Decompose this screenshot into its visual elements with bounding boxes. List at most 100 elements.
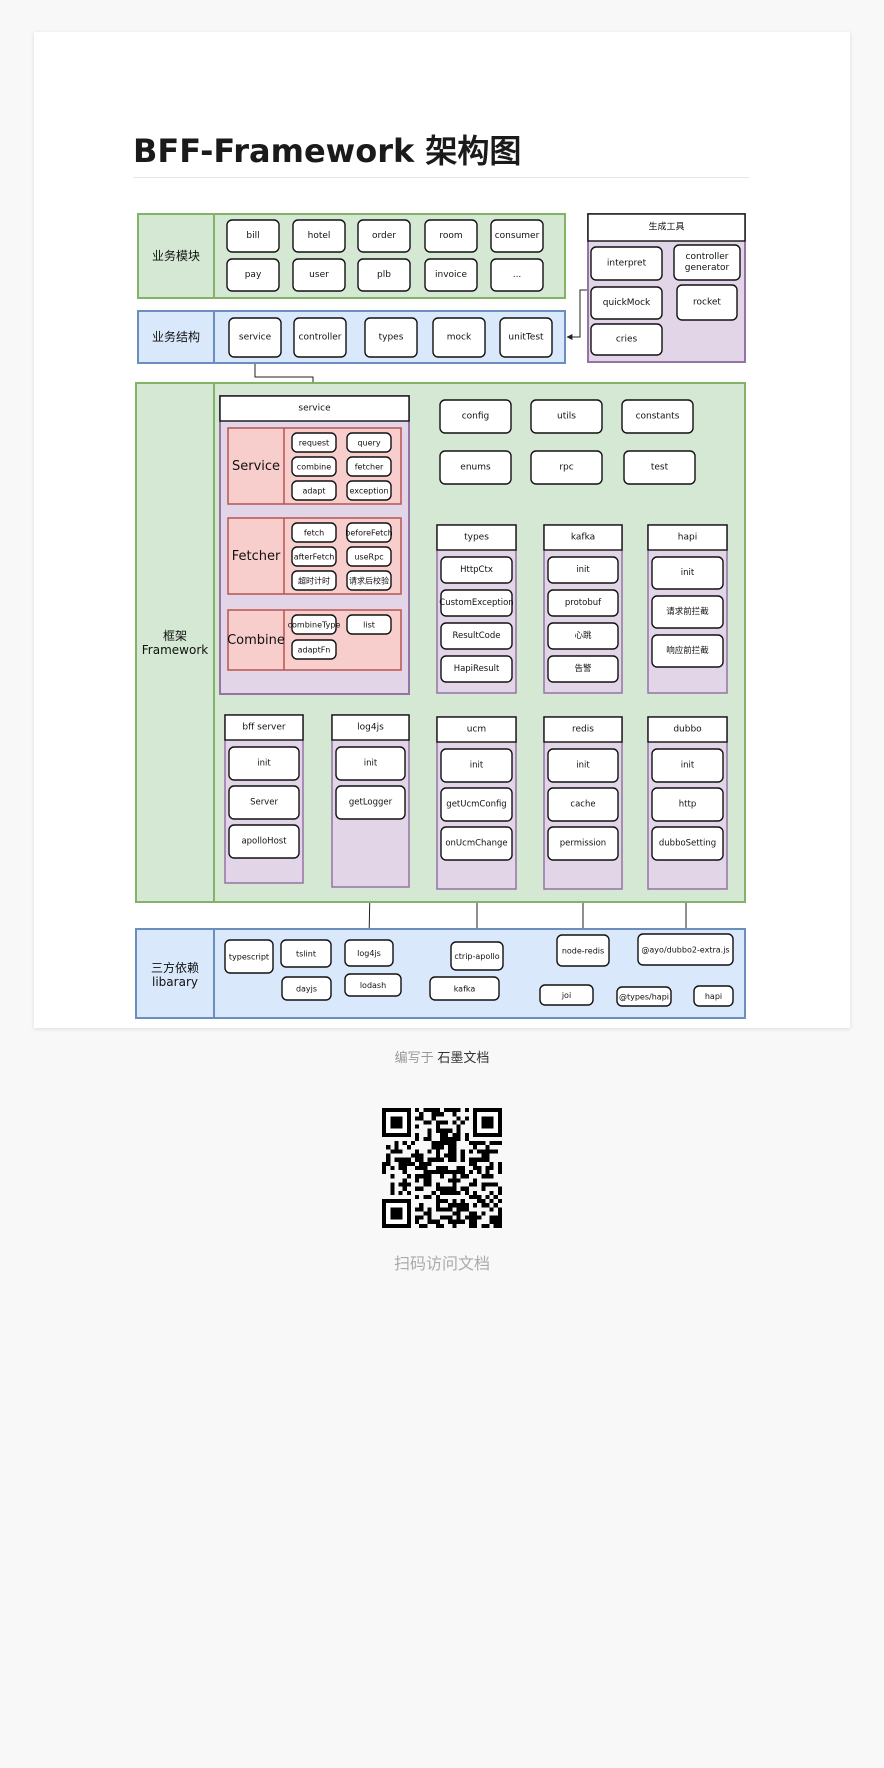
tool-cries-label: cries bbox=[616, 335, 638, 345]
fn-request-0-label: request bbox=[299, 438, 329, 447]
lib-hapi-label: hapi bbox=[705, 992, 722, 1001]
module-ucm-header-label: ucm bbox=[467, 725, 486, 735]
lib-node-redis-label: node-redis bbox=[562, 946, 604, 955]
fn-list-2-label: list bbox=[363, 620, 375, 629]
lib-log4js-label: log4js bbox=[357, 949, 381, 958]
module-consumer-label: consumer bbox=[495, 231, 540, 241]
lib-joi-label: joi bbox=[561, 991, 571, 1000]
framework-item-constants-label: constants bbox=[636, 412, 680, 422]
qr-code-icon bbox=[382, 1108, 502, 1228]
fn-afterfetch-1-label: afterFetch bbox=[294, 552, 335, 561]
fn-query-0-label: query bbox=[357, 438, 380, 447]
module-hapi-item-0-label: init bbox=[681, 568, 695, 578]
lib-ayo-dubbo2-extra-js-label: @ayo/dubbo2-extra.js bbox=[641, 945, 729, 954]
module-hotel-label: hotel bbox=[308, 231, 331, 241]
module-types-item-0-label: HttpCtx bbox=[460, 565, 493, 575]
fn-combine-0-label: combine bbox=[297, 462, 331, 471]
tools-header-label: 生成工具 bbox=[648, 221, 684, 233]
module-item-label: ... bbox=[513, 270, 522, 280]
module-types-header-label: types bbox=[464, 533, 489, 543]
module-user-label: user bbox=[309, 270, 329, 280]
module-bff-server-header-label: bff server bbox=[242, 723, 286, 733]
module-redis-header-label: redis bbox=[572, 725, 594, 735]
group-service-label: Service bbox=[232, 459, 280, 474]
module-types-item-3-label: HapiResult bbox=[454, 664, 500, 674]
lib-types-hapi-label: @types/hapi bbox=[619, 992, 669, 1001]
lib-dayjs-label: dayjs bbox=[296, 984, 317, 993]
fn-exception-0-label: exception bbox=[349, 486, 388, 495]
module-ucm-item-1-label: getUcmConfig bbox=[446, 800, 506, 810]
structure-mock-label: mock bbox=[447, 333, 472, 343]
structure-unittest-label: unitTest bbox=[508, 333, 544, 343]
module-dubbo-header-label: dubbo bbox=[673, 725, 702, 735]
written-prefix: 编写于 bbox=[394, 1050, 434, 1065]
lib-lodash-label: lodash bbox=[360, 981, 386, 990]
structure-controller-label: controller bbox=[299, 333, 342, 343]
fn-fetcher-0-label: fetcher bbox=[355, 462, 384, 471]
module-bff-server-item-2-label: apolloHost bbox=[241, 837, 287, 847]
module-dubbo-item-1-label: http bbox=[679, 800, 696, 810]
module-invoice-label: invoice bbox=[435, 270, 467, 280]
tool-interpret-label: interpret bbox=[607, 259, 647, 269]
module-bill-label: bill bbox=[246, 231, 259, 241]
module-log4js-item-1-label: getLogger bbox=[349, 798, 393, 808]
module-order-label: order bbox=[372, 231, 396, 241]
fn-item-1-label: 请求后校验 bbox=[349, 575, 389, 585]
module-dubbo-item-0-label: init bbox=[681, 761, 695, 771]
lib-ctrip-apollo-label: ctrip-apollo bbox=[454, 952, 499, 961]
group-combine-label: Combine bbox=[227, 633, 285, 648]
module-bff-server-item-1-label: Server bbox=[250, 798, 278, 808]
framework-item-test-label: test bbox=[651, 463, 669, 473]
scan-to-visit-label: 扫码访问文档 bbox=[393, 1256, 490, 1273]
fn-adapt-0-label: adapt bbox=[302, 486, 325, 495]
framework-item-rpc-label: rpc bbox=[559, 463, 573, 473]
fn-fetch-1-label: fetch bbox=[304, 528, 324, 537]
lib-tslint-label: tslint bbox=[296, 949, 316, 958]
lib-kafka-label: kafka bbox=[454, 984, 476, 993]
tool-quickmock-label: quickMock bbox=[603, 298, 651, 308]
module-redis-item-0-label: init bbox=[576, 761, 590, 771]
group-fetcher-label: Fetcher bbox=[232, 549, 281, 564]
fn-item-1-label: 超时计时 bbox=[298, 575, 330, 585]
structure-service-label: service bbox=[239, 333, 272, 343]
fn-userpc-1-label: useRpc bbox=[354, 552, 383, 561]
module-redis-item-1-label: cache bbox=[570, 800, 595, 810]
framework-item-utils-label: utils bbox=[557, 412, 576, 422]
module-types-item-2-label: ResultCode bbox=[452, 631, 500, 641]
lib-typescript-label: typescript bbox=[229, 952, 269, 961]
framework-item-enums-label: enums bbox=[460, 463, 491, 473]
diagram-nodes: 业务模块 bill hotel order room consumer pay user plb… bbox=[135, 213, 746, 1019]
module-room-label: room bbox=[439, 231, 462, 241]
module-kafka-item-2-label: 心跳 bbox=[574, 630, 592, 641]
written-brand-link[interactable]: 石墨文档 bbox=[437, 1050, 489, 1065]
module-plb-label: plb bbox=[377, 270, 391, 280]
module-kafka-item-1-label: protobuf bbox=[565, 598, 602, 608]
module-log4js-item-0-label: init bbox=[364, 759, 378, 769]
module-hapi-item-2-label: 响应前拦截 bbox=[666, 645, 709, 656]
module-hapi-item-1-label: 请求前拦截 bbox=[666, 606, 709, 617]
module-ucm-item-0-label: init bbox=[470, 761, 484, 771]
service-package-header-label: service bbox=[298, 404, 331, 414]
written-with: 编写于 石墨文档 bbox=[0, 1047, 884, 1066]
fn-adaptfn-2-label: adaptFn bbox=[298, 645, 331, 654]
tool-rocket-label: rocket bbox=[693, 298, 721, 308]
module-types-item-1-label: CustomException bbox=[439, 598, 513, 608]
module-hapi-header-label: hapi bbox=[678, 533, 697, 543]
connector-tools-to-structure bbox=[566, 289, 590, 340]
module-log4js-header-label: log4js bbox=[357, 723, 384, 733]
structure-types-label: types bbox=[379, 333, 404, 343]
third-party-label: 三方依赖 libarary bbox=[151, 960, 199, 989]
business-structure-label: 业务结构 bbox=[152, 329, 200, 344]
module-kafka-item-0-label: init bbox=[576, 565, 590, 575]
module-kafka-header-label: kafka bbox=[571, 533, 595, 543]
fn-combinetype-2-label: combineType bbox=[288, 620, 341, 629]
module-redis-item-2-label: permission bbox=[560, 839, 606, 849]
module-ucm-item-2-label: onUcmChange bbox=[445, 839, 507, 849]
architecture-diagram: 业务模块 bill hotel order room consumer pay user plb… bbox=[135, 213, 746, 1019]
module-kafka-item-3-label: 告警 bbox=[574, 663, 592, 674]
module-dubbo-item-2-label: dubboSetting bbox=[659, 839, 716, 849]
business-modules-label: 业务模块 bbox=[152, 248, 200, 263]
module-bff-server-item-0-label: init bbox=[257, 759, 271, 769]
module-pay-label: pay bbox=[245, 270, 262, 280]
tool-controller-generator-label: controller generator bbox=[685, 252, 730, 273]
